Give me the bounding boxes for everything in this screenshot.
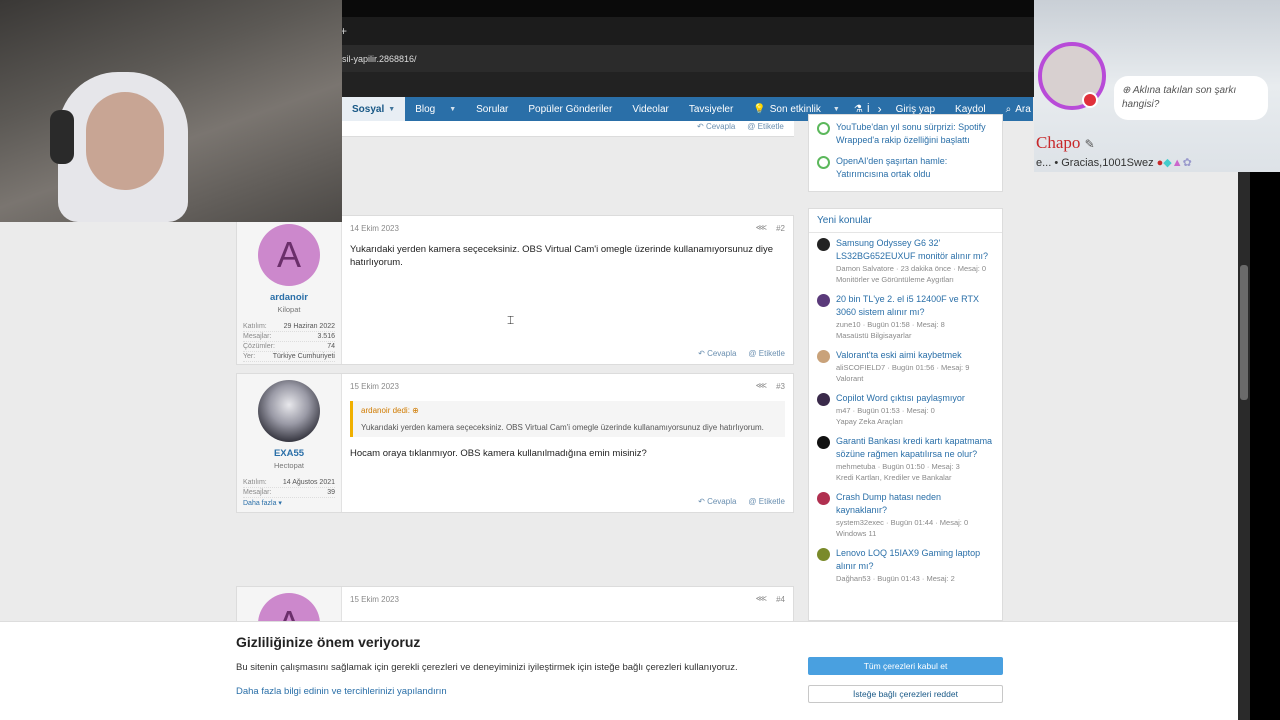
news-item[interactable]: OpenAI'den şaşırtan hamle: Yatırımcısına… <box>809 151 1002 185</box>
avatar[interactable]: A <box>258 224 320 286</box>
more-link[interactable]: Daha fazla ▾ <box>243 499 335 507</box>
topic-item[interactable]: Copilot Word çıktısı paylaşmıyor m47 · Bu… <box>809 388 1002 431</box>
flask-icon: ⚗ <box>853 103 863 115</box>
post-body: 15 Ekim 2023 ⋘ #3 ardanoir dedi: ⊕ Yukar… <box>342 374 793 512</box>
post-date[interactable]: 15 Ekim 2023 <box>350 382 785 391</box>
widget-title[interactable]: Yeni konular <box>809 209 1002 233</box>
webcam-overlay <box>0 0 342 222</box>
cookie-title: Gizliliğinize önem veriyoruz <box>236 634 421 650</box>
share-icon[interactable]: ⋘ <box>756 594 767 603</box>
pencil-icon: ✎ <box>1084 137 1095 151</box>
streamer-face <box>86 92 164 190</box>
lightbulb-icon: 💡 <box>753 103 766 115</box>
topic-item[interactable]: Samsung Odyssey G6 32' LS32BG652EUXUF mo… <box>809 233 1002 289</box>
post-date[interactable]: 14 Ekim 2023 <box>350 224 785 233</box>
scrollbar-thumb[interactable] <box>1240 265 1248 400</box>
headphones <box>50 110 74 164</box>
arrow-up-icon: ⊕ <box>412 406 419 415</box>
post-number[interactable]: #3 <box>776 382 785 391</box>
post-body: 15 Ekim 2023 ⋘ #4 <box>342 587 793 625</box>
cookie-text: Bu sitenin çalışmasını sağlamak için ger… <box>236 662 738 673</box>
post-number[interactable]: #2 <box>776 224 785 233</box>
nav-populer[interactable]: Popüler Gönderiler <box>518 97 622 121</box>
nav-tavsiyeler[interactable]: Tavsiyeler <box>679 97 743 121</box>
quote-block: ardanoir dedi: ⊕ Yukarıdaki yerden kamer… <box>350 401 785 437</box>
user-stats: Katılım: 29 Haziran 2022 Mesajlar: 3.516 Ç… <box>243 323 335 362</box>
post-actions: ↶ Cevapla @ Etiketle <box>698 349 785 358</box>
search-icon: ⌕ <box>1005 103 1012 115</box>
topic-item[interactable]: Valorant'ta eski aimi kaybetmek aliSCOFIE… <box>809 345 1002 388</box>
page-scrollbar[interactable] <box>1238 172 1250 720</box>
question-bubble: ⊕ Aklına takılan son şarkı hangisi? <box>1114 76 1268 120</box>
reply-link[interactable]: ↶ Cevapla <box>698 497 736 506</box>
stream-background <box>1250 172 1280 720</box>
quote-text: Yukarıdaki yerden kamera seçeceksiniz. O… <box>361 423 764 432</box>
cookie-banner: Gizliliğinize önem veriyoruz Bu sitenin … <box>0 621 1238 720</box>
post-2: A ardanoir Kilopat Katılım: 29 Haziran 20… <box>236 215 794 365</box>
chevron-down-icon: ▾ <box>278 500 282 507</box>
accept-cookies-button[interactable]: Tüm çerezleri kabul et <box>808 657 1003 675</box>
chevron-down-icon: ▼ <box>388 105 396 113</box>
username[interactable]: EXA55 <box>237 448 341 459</box>
user-stats: Katılım: 14 Ağustos 2021 Mesajlar: 39 Daha… <box>243 479 335 507</box>
post-date[interactable]: 15 Ekim 2023 <box>350 595 785 604</box>
username[interactable]: ardanoir <box>237 292 341 303</box>
nav-sorular[interactable]: Sorular <box>466 97 518 121</box>
user-info: EXA55 Hectopat Katılım: 14 Ağustos 2021 M… <box>237 374 342 512</box>
reply-link[interactable]: ↶ Cevapla <box>698 349 736 358</box>
new-topics-widget: Yeni konular Samsung Odyssey G6 32' LS32… <box>808 208 1003 621</box>
post-3: EXA55 Hectopat Katılım: 14 Ağustos 2021 M… <box>236 373 794 513</box>
post-message: Yukarıdaki yerden kamera seçeceksiniz. O… <box>350 244 774 268</box>
overlay-name: Chapo ✎ <box>1036 133 1095 152</box>
plus-circle-icon: ⊕ <box>1122 85 1131 96</box>
quote-author[interactable]: ardanoir dedi: ⊕ <box>361 406 777 415</box>
topic-item[interactable]: 20 bin TL'ye 2. el i5 12400F ve RTX 3060… <box>809 289 1002 345</box>
share-icon[interactable]: ⋘ <box>756 381 767 390</box>
stream-overlay: ⊕ Aklına takılan son şarkı hangisi? Chap… <box>1034 0 1280 172</box>
cookie-settings-link[interactable]: Daha fazla bilgi edinin ve tercihleriniz… <box>236 686 447 697</box>
user-avatar-icon <box>817 294 830 307</box>
topic-item[interactable]: Crash Dump hatası neden kaynaklanır? syst… <box>809 487 1002 543</box>
mouse-cursor-icon: ⌶ <box>507 313 515 327</box>
overlay-sub: e... • Gracias,1001Swez ●◆▲✿ <box>1036 157 1192 169</box>
post-actions: ↶ Cevapla @ Etiketle <box>698 497 785 506</box>
reject-cookies-button[interactable]: İsteğe bağlı çerezleri reddet <box>808 685 1003 703</box>
user-avatar-icon <box>817 393 830 406</box>
news-item[interactable]: YouTube'dan yıl sonu sürprizi: Spotify W… <box>809 117 1002 151</box>
user-title: Hectopat <box>273 461 305 470</box>
tag-link[interactable]: @ Etiketle <box>747 122 784 131</box>
url-text[interactable]: sil-yapilir.2868816/ <box>342 54 417 64</box>
post-body: 14 Ekim 2023 ⋘ #2 Yukarıdaki yerden kame… <box>342 216 793 364</box>
avatar[interactable] <box>258 380 320 442</box>
user-avatar-icon <box>817 238 830 251</box>
news-widget: YouTube'dan yıl sonu sürprizi: Spotify W… <box>808 114 1003 192</box>
user-avatar-icon <box>817 492 830 505</box>
user-info: A ardanoir Kilopat Katılım: 29 Haziran 20… <box>237 216 342 364</box>
post-4: A 15 Ekim 2023 ⋘ #4 <box>236 586 794 626</box>
dnd-icon <box>1082 92 1098 108</box>
power-icon <box>817 122 830 135</box>
power-icon <box>817 156 830 169</box>
post-number[interactable]: #4 <box>776 595 785 604</box>
post-message: Hocam oraya tıklanmıyor. OBS kamera kull… <box>350 448 647 459</box>
chevron-down-icon: ▼ <box>832 105 840 113</box>
user-avatar-icon <box>817 548 830 561</box>
user-title: Kilopat <box>277 305 301 314</box>
share-icon[interactable]: ⋘ <box>756 223 767 232</box>
user-avatar-icon <box>817 350 830 363</box>
nav-sosyal[interactable]: Sosyal ▼ <box>342 97 406 121</box>
tag-link[interactable]: @ Etiketle <box>748 349 785 358</box>
chevron-down-icon: ▼ <box>449 105 457 113</box>
nav-blog[interactable]: Blog ▼ <box>405 97 466 121</box>
topic-item[interactable]: Garanti Bankası kredi kartı kapatmama sö… <box>809 431 1002 487</box>
previous-post-actions: ↶ Cevapla @ Etiketle <box>697 122 784 131</box>
topics-list: Samsung Odyssey G6 32' LS32BG652EUXUF mo… <box>809 233 1002 588</box>
nav-videolar[interactable]: Videolar <box>622 97 679 121</box>
user-info: A <box>237 587 342 625</box>
topic-item[interactable]: Lenovo LOQ 15IAX9 Gaming laptop alınır m… <box>809 543 1002 588</box>
tag-link[interactable]: @ Etiketle <box>748 497 785 506</box>
reply-link[interactable]: ↶ Cevapla <box>697 122 735 131</box>
user-avatar-icon <box>817 436 830 449</box>
